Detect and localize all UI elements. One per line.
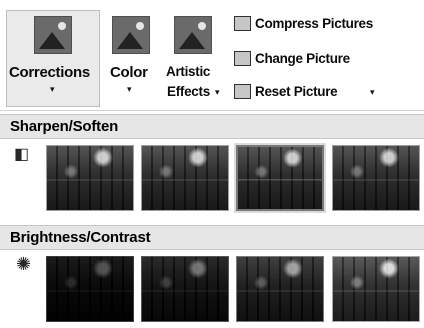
change-picture-icon (234, 50, 251, 66)
sharpen-soften-gallery: ◧ (0, 139, 424, 223)
sharpen-thumbnail-1[interactable] (46, 145, 134, 211)
reset-picture-label: Reset Picture (255, 83, 338, 99)
reset-picture-button[interactable]: Reset Picture (234, 80, 338, 102)
artistic-effects-button[interactable]: Artistic (166, 64, 210, 79)
sharpen-thumbnail-2[interactable] (141, 145, 229, 211)
change-picture-button[interactable]: Change Picture (234, 47, 350, 69)
change-picture-label: Change Picture (255, 50, 350, 66)
color-dropdown-arrow[interactable]: ▾ (127, 84, 132, 95)
artistic-effects-label-line2: Effects (167, 84, 210, 99)
brightness-thumbnail-2[interactable] (141, 256, 229, 322)
compress-pictures-label: Compress Pictures (255, 15, 373, 31)
corrections-icon (34, 16, 72, 54)
sharpen-thumbnail-4[interactable] (332, 145, 420, 211)
brightness-thumbnail-3[interactable] (236, 256, 324, 322)
reset-picture-dropdown-arrow[interactable]: ▾ (370, 87, 375, 98)
sharpen-thumbnail-3[interactable] (236, 145, 324, 211)
brightness-sun-icon: ✺ (16, 254, 32, 274)
brightness-thumbnail-1[interactable] (46, 256, 134, 322)
brightness-contrast-header: Brightness/Contrast (0, 225, 424, 250)
color-button[interactable]: Color (110, 64, 148, 81)
corrections-label: Corrections (9, 64, 90, 81)
picture-tools-ribbon: Corrections ▾ Color ▾ Artistic Effects ▾… (0, 0, 424, 111)
reset-picture-icon (234, 83, 251, 99)
artistic-effects-dropdown-arrow[interactable]: ▾ (215, 87, 220, 98)
brightness-contrast-gallery: ✺ (0, 250, 424, 328)
color-icon (112, 16, 150, 54)
sharpen-soften-title: Sharpen/Soften (10, 118, 119, 135)
sharpen-icon: ◧ (14, 146, 30, 163)
compress-pictures-button[interactable]: Compress Pictures (234, 12, 373, 34)
artistic-effects-icon (174, 16, 212, 54)
corrections-dropdown-arrow[interactable]: ▾ (50, 84, 55, 95)
corrections-gallery-screenshot: Corrections ▾ Color ▾ Artistic Effects ▾… (0, 0, 424, 328)
brightness-thumbnail-4[interactable] (332, 256, 420, 322)
compress-pictures-icon (234, 15, 251, 31)
sharpen-soften-header: Sharpen/Soften (0, 114, 424, 139)
brightness-contrast-title: Brightness/Contrast (10, 229, 151, 246)
